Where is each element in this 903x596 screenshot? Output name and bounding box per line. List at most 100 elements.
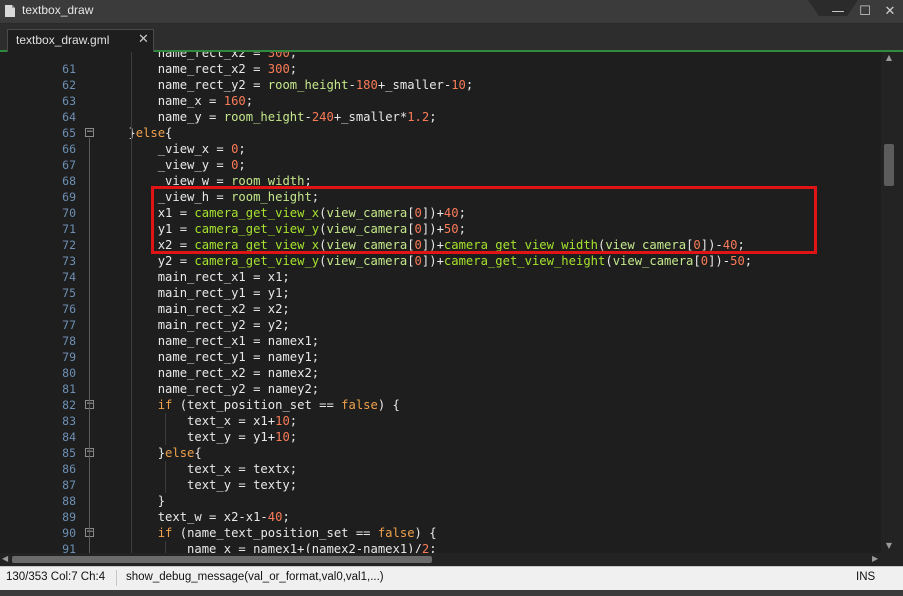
code-token: main_rect_x2 = x2; (99, 302, 290, 316)
code-token: name_rect_x2 = (99, 52, 268, 60)
code-line[interactable]: 88 } (0, 493, 881, 509)
horizontal-scroll-thumb[interactable] (12, 556, 432, 563)
line-number: 73 (62, 254, 76, 268)
code-text: name_rect_x1 = namex1; (99, 333, 319, 349)
code-line[interactable]: 71 y1 = camera_get_view_y(view_camera[0]… (0, 221, 881, 237)
code-token: +_smaller* (333, 110, 408, 124)
code-token: if (157, 526, 173, 540)
line-number: 71 (62, 222, 76, 236)
line-number: 91 (62, 542, 76, 553)
code-line[interactable]: 81 name_rect_y2 = namey2; (0, 381, 881, 397)
code-token: - (348, 78, 356, 92)
fold-toggle-icon[interactable]: − (85, 128, 94, 137)
code-line[interactable]: 90− if (name_text_position_set == false)… (0, 525, 881, 541)
code-token: else (135, 126, 166, 140)
code-line[interactable]: 87 text_y = texty; (0, 477, 881, 493)
code-token: name_y = (99, 110, 224, 124)
minimize-button[interactable]: — (830, 4, 846, 20)
code-line[interactable]: 62 name_rect_y2 = room_height-180+_small… (0, 77, 881, 93)
code-line[interactable]: 70 x1 = camera_get_view_x(view_camera[0]… (0, 205, 881, 221)
code-token: y2 = (99, 254, 195, 268)
code-line[interactable]: 69 _view_h = room_height; (0, 189, 881, 205)
code-line[interactable]: 76 main_rect_x2 = x2; (0, 301, 881, 317)
code-editor[interactable]: name_rect_x2 = 300; 61 name_rect_x2 = 300… (0, 52, 881, 553)
code-token: text_y = texty; (99, 478, 298, 492)
code-token: 0 (414, 238, 422, 252)
horizontal-scrollbar[interactable]: ◀ ▶ (0, 553, 903, 566)
code-text: text_x = textx; (99, 461, 297, 477)
code-token: 300 (267, 62, 290, 76)
code-token: [ (407, 238, 415, 252)
code-token: view_camera (612, 254, 694, 268)
code-line[interactable]: name_rect_x2 = 300; (0, 52, 881, 61)
code-line[interactable]: 86 text_x = textx; (0, 461, 881, 477)
code-token: ; (289, 52, 298, 60)
code-line[interactable]: 72 x2 = camera_get_view_x(view_camera[0]… (0, 237, 881, 253)
code-token: 40 (443, 206, 459, 220)
code-text: name_rect_x2 = 300; (99, 61, 297, 77)
code-line[interactable]: 65− }else{ (0, 125, 881, 141)
code-text: main_rect_x2 = x2; (99, 301, 290, 317)
code-line[interactable]: 64 name_y = room_height-240+_smaller*1.2… (0, 109, 881, 125)
code-token: 0 (414, 206, 422, 220)
code-token: name_x = namex1+(namex2-namex1)/ (99, 542, 422, 553)
file-icon (5, 5, 15, 17)
code-token: text_w = x2-x1- (99, 510, 268, 524)
line-number: 87 (62, 478, 76, 492)
code-line[interactable]: 80 name_rect_x2 = namex2; (0, 365, 881, 381)
code-line[interactable]: 89 text_w = x2-x1-40; (0, 509, 881, 525)
code-token: 0 (414, 254, 422, 268)
scroll-down-icon[interactable]: ▼ (884, 541, 894, 550)
code-token: ; (238, 158, 246, 172)
code-token: if (157, 398, 173, 412)
code-line[interactable]: 68 _view_w = room_width; (0, 173, 881, 189)
code-token: else (165, 446, 195, 460)
code-token: ])+ (421, 222, 444, 236)
code-token: 0 (414, 222, 422, 236)
scroll-right-icon[interactable]: ▶ (872, 554, 878, 563)
code-token: ])- (700, 238, 723, 252)
code-line[interactable]: 84 text_y = y1+10; (0, 429, 881, 445)
code-line[interactable]: 78 name_rect_x1 = namex1; (0, 333, 881, 349)
code-line[interactable]: 79 name_rect_y1 = namey1; (0, 349, 881, 365)
code-token: { (165, 126, 173, 140)
code-line[interactable]: 63 name_x = 160; (0, 93, 881, 109)
code-line[interactable]: 66 _view_x = 0; (0, 141, 881, 157)
code-token: 0 (700, 254, 709, 268)
code-token: main_rect_x1 = x1; (99, 270, 290, 284)
tab-close-icon[interactable]: ✕ (138, 32, 149, 47)
code-line[interactable]: 82− if (text_position_set == false) { (0, 397, 881, 413)
line-number: 67 (62, 158, 76, 172)
code-line[interactable]: 67 _view_y = 0; (0, 157, 881, 173)
window-close-button[interactable]: ✕ (882, 4, 898, 20)
code-token: _view_w = (99, 174, 232, 188)
code-token: ; (744, 254, 753, 268)
code-line[interactable]: 73 y2 = camera_get_view_y(view_camera[0]… (0, 253, 881, 269)
maximize-button[interactable]: ☐ (857, 4, 873, 20)
code-line[interactable]: 83 text_x = x1+10; (0, 413, 881, 429)
code-token: 180 (355, 78, 378, 92)
code-line[interactable]: 77 main_rect_y2 = y2; (0, 317, 881, 333)
insert-mode-indicator[interactable]: INS (856, 571, 875, 583)
vertical-scroll-thumb[interactable] (884, 144, 894, 186)
code-token: 50 (730, 254, 745, 268)
code-token: ; (737, 238, 745, 252)
tab-textbox-draw-gml[interactable]: textbox_draw.gml ✕ (7, 29, 154, 52)
line-number: 65 (62, 126, 76, 140)
line-number: 82 (62, 398, 76, 412)
code-line[interactable]: 61 name_rect_x2 = 300; (0, 61, 881, 77)
code-token: name_rect_y1 = namey1; (99, 350, 320, 364)
code-line[interactable]: 75 main_rect_y1 = y1; (0, 285, 881, 301)
scroll-left-icon[interactable]: ◀ (2, 554, 8, 563)
code-text: name_y = room_height-240+_smaller*1.2; (99, 109, 437, 125)
line-number: 66 (62, 142, 76, 156)
code-line[interactable]: 91 name_x = namex1+(namex2-namex1)/2; (0, 541, 881, 553)
code-line[interactable]: 74 main_rect_x1 = x1; (0, 269, 881, 285)
vertical-scrollbar[interactable]: ▲ ▼ (881, 52, 903, 553)
line-number: 63 (62, 94, 76, 108)
code-line[interactable]: 85− }else{ (0, 445, 881, 461)
code-token: 1.2 (407, 110, 430, 124)
scroll-up-icon[interactable]: ▲ (884, 53, 894, 62)
code-token: 160 (223, 94, 246, 108)
